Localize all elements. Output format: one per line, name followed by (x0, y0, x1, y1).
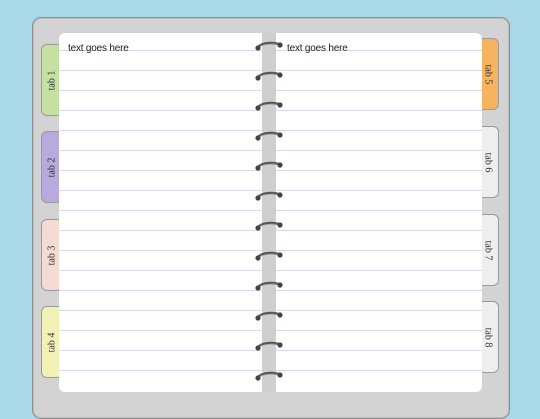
binder-ring-icon (254, 369, 284, 381)
binder-ring-icon (254, 159, 284, 171)
right-page-text[interactable]: text goes here (287, 43, 348, 54)
tab-4-label: tab 4 (46, 332, 58, 352)
binder-ring-icon (254, 339, 284, 351)
binder-ring-icon (254, 249, 284, 261)
left-page[interactable]: text goes here (59, 33, 262, 392)
tab-3-label: tab 3 (46, 245, 58, 265)
tab-7-label: tab 7 (482, 240, 494, 260)
left-page-text[interactable]: text goes here (68, 43, 129, 54)
tab-5-label: tab 5 (482, 64, 494, 84)
binder-ring-icon (254, 219, 284, 231)
binder-ring-icon (254, 99, 284, 111)
tab-6-label: tab 6 (482, 152, 494, 172)
binder-ring-icon (254, 129, 284, 141)
tab-2-label: tab 2 (46, 157, 58, 177)
right-page[interactable]: text goes here (276, 33, 482, 392)
binder-ring-icon (254, 309, 284, 321)
tab-8-label: tab 8 (482, 327, 494, 347)
tab-1-label: tab 1 (46, 70, 58, 90)
binder-ring-icon (254, 39, 284, 51)
binder-ring-icon (254, 189, 284, 201)
binder-ring-icon (254, 69, 284, 81)
binder-ring-icon (254, 279, 284, 291)
